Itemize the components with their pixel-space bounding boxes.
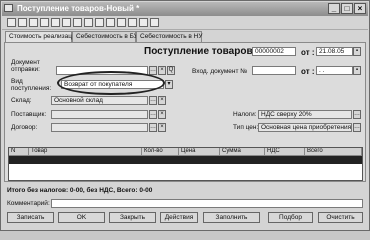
sort-desc-icon[interactable] [84,18,93,27]
price-type-label: Тип цен: [233,124,259,131]
fill-button[interactable]: Заполнить [203,212,260,223]
filter-clear-icon[interactable] [106,18,115,27]
supplier-field[interactable] [51,110,148,119]
highlight-oval [57,71,165,95]
doc-title: Поступление товаров № [144,46,267,57]
incoming-label: Вход. документ № [192,68,248,75]
table-row[interactable] [9,156,362,164]
comment-field[interactable] [51,199,363,208]
column-header[interactable]: Всего [305,148,362,156]
delete-icon[interactable] [40,18,49,27]
column-header[interactable]: Кол-во [142,148,179,156]
supplier-clear-icon[interactable]: × [158,110,166,119]
incoming-number-field[interactable] [252,66,296,75]
tab-cost-bu[interactable]: Себестоимость в БУ [72,31,138,42]
incoming-date-picker-icon[interactable]: ▪ [353,66,361,75]
move-down-icon[interactable] [62,18,71,27]
clear-icon[interactable]: × [158,66,166,75]
actions-button[interactable]: Действия [160,212,198,223]
supplier-label: Поставщик: [11,111,47,118]
chevron-down-icon[interactable]: ▾ [165,80,173,89]
title-bar: Поступление товаров-Новый * [2,2,368,16]
window-title: Поступление товаров-Новый * [17,4,140,13]
contract-clear-icon[interactable]: × [158,123,166,132]
column-header[interactable]: НДС [265,148,305,156]
calendar-icon[interactable] [139,18,148,27]
structure-icon[interactable] [128,18,137,27]
contract-label: Договор: [11,124,38,131]
maximize-icon[interactable]: □ [341,3,353,14]
incoming-from-label: от : [301,67,315,76]
doc-sender-label: Документ отправки: [11,59,40,73]
doc-date-field[interactable]: 21.08.05 [316,47,353,56]
ok-button[interactable]: OK [58,212,105,223]
document-icon [4,4,13,12]
selection-button[interactable]: Подбор [268,212,313,223]
minimize-icon[interactable]: _ [328,3,340,14]
totals-text: Итого без налогов: 0-00, без НДС, Всего:… [7,187,153,194]
warehouse-clear-icon[interactable]: × [158,96,166,105]
goods-table[interactable]: N Товар Кол-во Цена Сумма НДС Всего [8,147,363,181]
doc-number-field[interactable]: 00000002 [252,47,296,56]
edit-icon[interactable] [29,18,38,27]
print-icon[interactable] [117,18,126,27]
column-header[interactable]: Цена [179,148,220,156]
close-button[interactable]: Закрыть [109,212,156,223]
contract-select-icon[interactable]: … [149,123,157,132]
close-icon[interactable]: × [354,3,366,14]
write-button[interactable]: Записать [7,212,54,223]
copy-icon[interactable] [18,18,27,27]
column-header[interactable]: Сумма [220,148,265,156]
sort-asc-icon[interactable] [73,18,82,27]
warehouse-select-icon[interactable]: … [149,96,157,105]
filter-icon[interactable] [95,18,104,27]
open-icon[interactable]: Q [167,66,175,75]
from-label: от : [301,48,315,57]
new-icon[interactable] [7,18,16,27]
taxes-label: Налоги: [233,111,257,118]
move-up-icon[interactable] [51,18,60,27]
price-type-field[interactable]: Основная цена приобретения [258,123,352,132]
tab-cost-nu[interactable]: Себестоимость в НУ [136,31,203,42]
date-picker-icon[interactable]: ▪ [353,47,361,56]
column-header[interactable]: Товар [29,148,142,156]
warehouse-field[interactable]: Основной склад [51,96,148,105]
warehouse-label: Склад: [11,97,32,104]
contract-field[interactable] [51,123,148,132]
document-window: Поступление товаров-Новый * _ □ × Стоимо… [0,0,370,231]
clear-button[interactable]: Очистить [318,212,363,223]
taxes-field[interactable]: НДС сверху 20% [258,110,352,119]
help-icon[interactable] [150,18,159,27]
column-header[interactable]: N [9,148,29,156]
select-icon[interactable]: … [149,66,157,75]
incoming-date-field[interactable]: . . [316,66,353,75]
price-type-select-icon[interactable]: … [353,123,361,132]
receipt-type-label: Вид поступления: [11,78,52,92]
taxes-select-icon[interactable]: … [353,110,361,119]
supplier-select-icon[interactable]: … [149,110,157,119]
comment-label: Комментарий: [7,200,50,207]
